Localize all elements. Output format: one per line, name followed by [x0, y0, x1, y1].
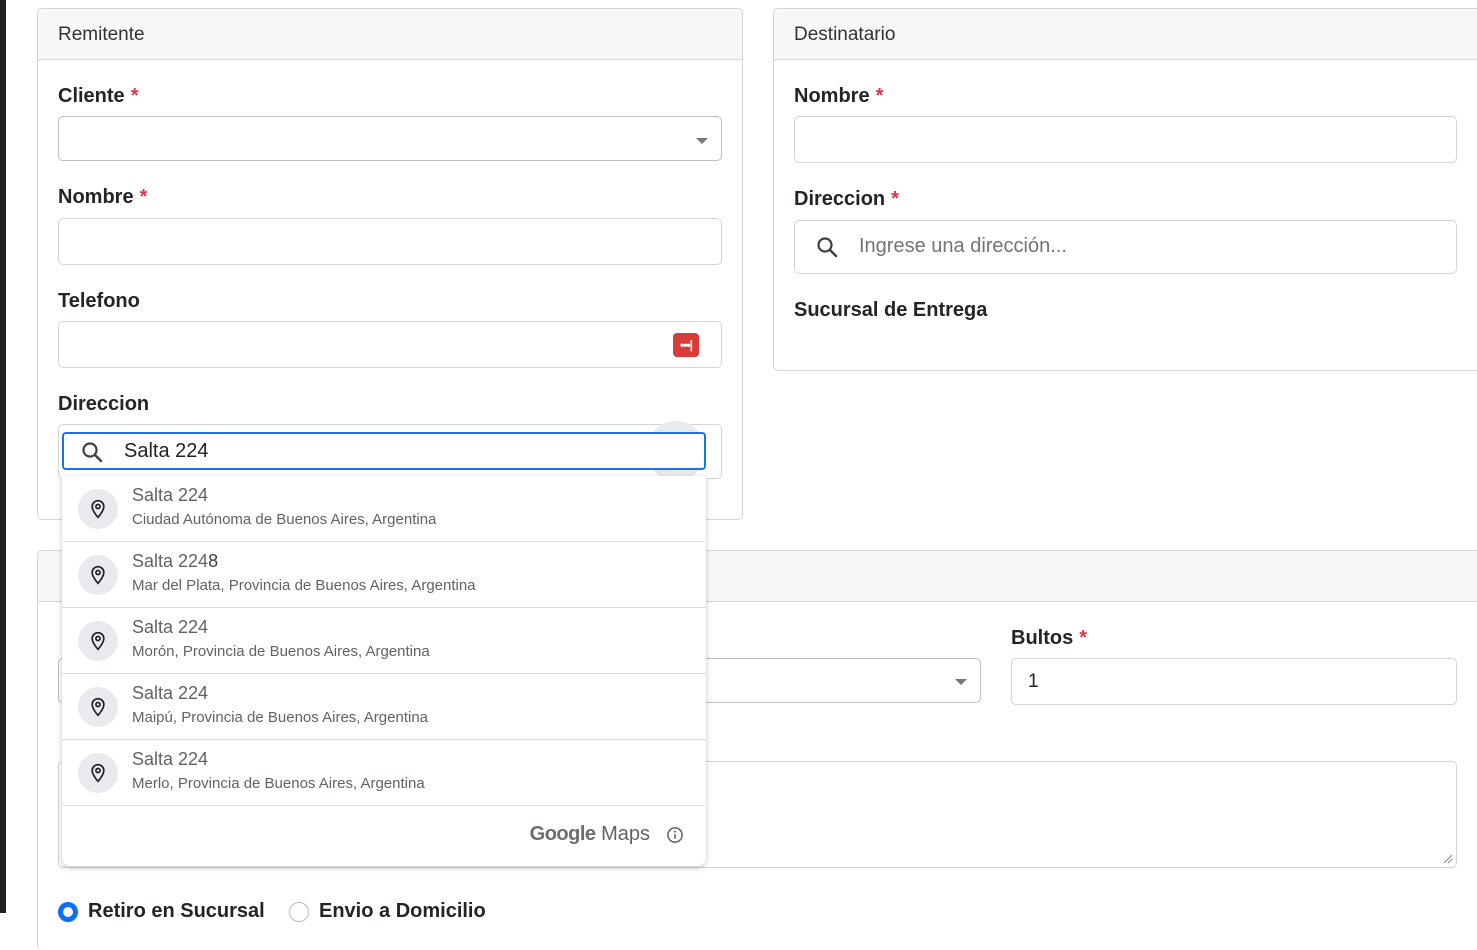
radio-retiro-label: Retiro en Sucursal — [88, 900, 265, 922]
required-mark: * — [139, 186, 148, 208]
destinatario-direccion-input[interactable]: Ingrese una dirección... — [794, 220, 1457, 274]
search-icon — [817, 237, 838, 258]
destinatario-nombre-input[interactable] — [794, 116, 1457, 163]
suggestion-main: Salta 224 — [132, 617, 209, 637]
location-pin-icon — [78, 621, 118, 661]
resize-handle-icon[interactable] — [1443, 854, 1453, 864]
location-pin-icon — [78, 489, 118, 529]
suggestion-item[interactable]: Salta 224 Ciudad Autónoma de Buenos Aire… — [62, 476, 706, 542]
search-icon — [82, 442, 103, 463]
location-pin-icon — [78, 555, 118, 595]
suggestion-main: Salta 224 — [132, 683, 209, 703]
info-icon[interactable] — [666, 826, 684, 844]
google-maps-logo: Google Maps — [529, 823, 650, 845]
suggestion-item[interactable]: Salta 224 Morón, Provincia de Buenos Air… — [62, 608, 706, 674]
direccion-placeholder: Ingrese una dirección... — [859, 235, 1067, 257]
window-edge — [0, 0, 6, 913]
required-mark: * — [875, 85, 884, 107]
cliente-label: Cliente * — [58, 85, 139, 107]
autocomplete-dropdown: Salta 224 Ciudad Autónoma de Buenos Aire… — [62, 476, 706, 866]
chevron-down-icon — [955, 679, 967, 685]
cliente-select[interactable] — [58, 116, 722, 161]
suggestion-secondary: Maipú, Provincia de Buenos Aires, Argent… — [132, 709, 429, 726]
remitente-header: Remitente — [38, 9, 742, 60]
radio-envio-label: Envio a Domicilio — [319, 900, 486, 922]
bultos-input[interactable]: 1 — [1011, 658, 1457, 705]
suggestion-secondary: Morón, Provincia de Buenos Aires, Argent… — [132, 643, 430, 660]
suggestion-secondary: Mar del Plata, Provincia de Buenos Aires… — [132, 577, 476, 594]
remitente-direccion-input[interactable]: Salta 224 — [62, 432, 706, 470]
sucursal-label: Sucursal de Entrega — [794, 299, 988, 321]
telefono-input[interactable]: •••| — [58, 321, 722, 368]
suggestion-secondary: Merlo, Provincia de Buenos Aires, Argent… — [132, 775, 425, 792]
chevron-down-icon — [696, 138, 708, 144]
suggestion-item[interactable]: Salta 224 Maipú, Provincia de Buenos Air… — [62, 674, 706, 740]
suggestion-main: Salta 2248 — [132, 551, 219, 571]
radio-retiro-sucursal[interactable] — [58, 902, 78, 922]
destinatario-header: Destinatario — [774, 9, 1477, 60]
direccion-label: Direccion — [58, 393, 150, 415]
required-mark: * — [891, 188, 899, 210]
direccion-value: Salta 224 — [124, 440, 209, 462]
bultos-label: Bultos * — [1011, 627, 1088, 649]
suggestion-secondary: Ciudad Autónoma de Buenos Aires, Argenti… — [132, 511, 437, 528]
location-pin-icon — [78, 687, 118, 727]
password-manager-icon[interactable]: •••| — [673, 333, 699, 357]
required-mark: * — [130, 85, 139, 107]
location-pin-icon — [78, 753, 118, 793]
suggestion-main: Salta 224 — [132, 485, 209, 505]
nombre-label: Nombre * — [58, 186, 148, 208]
remitente-nombre-input[interactable] — [58, 218, 722, 265]
required-mark: * — [1079, 627, 1088, 649]
telefono-label: Telefono — [58, 290, 140, 312]
suggestion-item[interactable]: Salta 224 Merlo, Provincia de Buenos Air… — [62, 740, 706, 806]
suggestion-item[interactable]: Salta 2248 Mar del Plata, Provincia de B… — [62, 542, 706, 608]
bultos-value: 1 — [1028, 671, 1039, 692]
radio-envio-domicilio[interactable] — [289, 902, 309, 922]
destinatario-direccion-label: Direccion * — [794, 188, 899, 210]
suggestion-main: Salta 224 — [132, 749, 209, 769]
destinatario-nombre-label: Nombre * — [794, 85, 884, 107]
